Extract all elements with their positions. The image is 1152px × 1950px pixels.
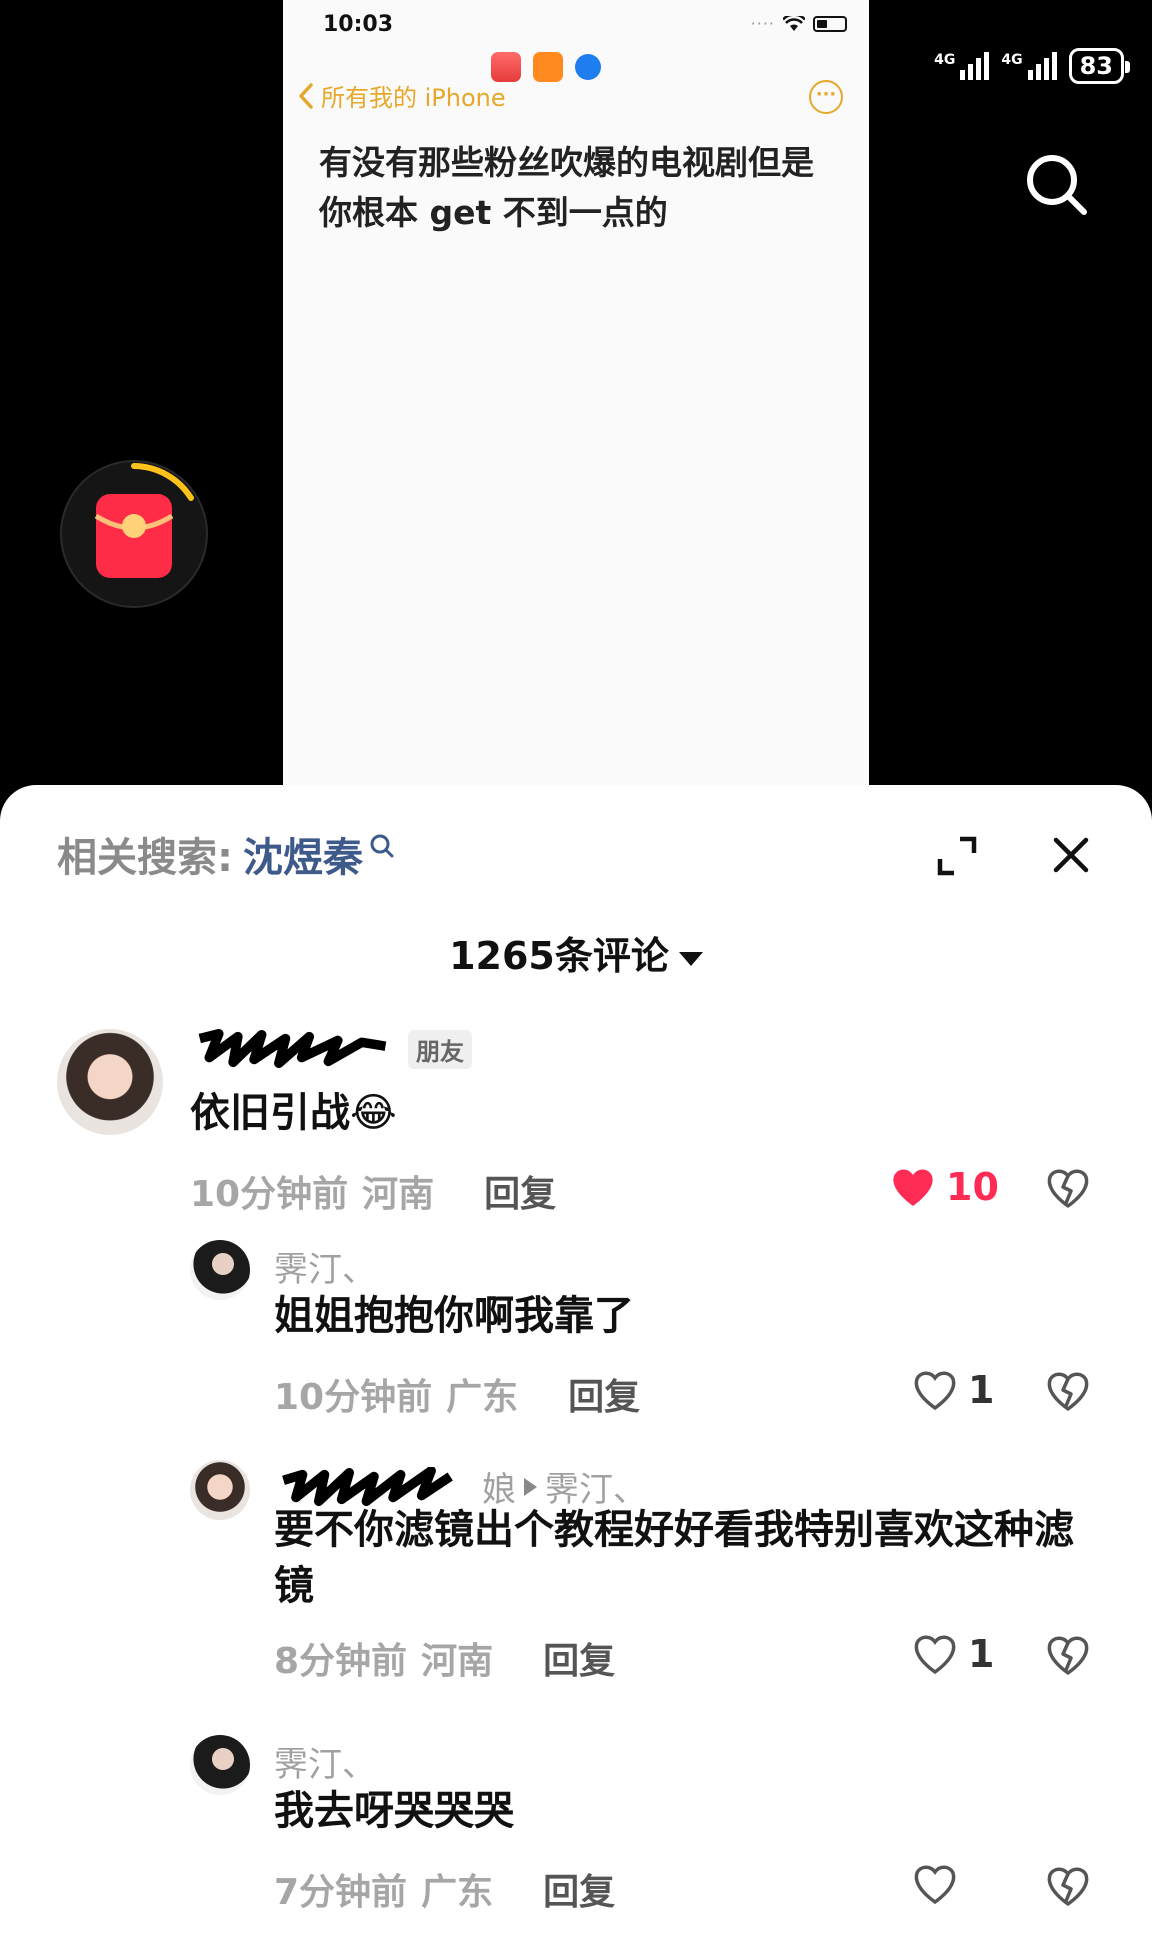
embedded-time: 10:03 — [323, 12, 394, 37]
close-icon[interactable] — [1051, 835, 1091, 875]
embedded-screenshot: 10:03 ···· 所有我的 iPhone 有没有那些粉丝吹爆的电视剧但是你根… — [283, 0, 869, 800]
embedded-status-icons: ···· — [751, 14, 847, 33]
comment-author[interactable]: 朋友 — [190, 1029, 472, 1069]
battery-icon: 83 — [1068, 48, 1131, 84]
avatar[interactable] — [190, 1240, 250, 1300]
caret-down-icon — [678, 951, 703, 966]
redacted-name-scribble — [282, 1466, 453, 1506]
expand-icon[interactable] — [936, 835, 978, 877]
comment-meta: 10分钟前 河南 回复 — [190, 1165, 556, 1217]
comment-meta: 7分钟前 广东 回复 — [274, 1863, 615, 1915]
heart-outline-icon — [914, 1635, 956, 1675]
avatar[interactable] — [57, 1029, 163, 1135]
related-search-label: 相关搜索: — [57, 835, 233, 881]
comment-time: 10分钟前 — [190, 1174, 349, 1215]
broken-heart-icon[interactable] — [1045, 1370, 1091, 1412]
browser-app-icon — [575, 54, 601, 80]
cell-signal-icon: 4G — [934, 52, 990, 80]
embedded-battery-icon — [813, 15, 847, 32]
broken-heart-icon[interactable] — [1045, 1634, 1091, 1676]
video-player[interactable]: 10:03 ···· 所有我的 iPhone 有没有那些粉丝吹爆的电视剧但是你根… — [0, 0, 1152, 800]
comment-author[interactable]: 霁汀、 — [274, 1242, 376, 1291]
cell-signal-icon: 4G — [1001, 52, 1057, 80]
comment-author[interactable]: 霁汀、 — [274, 1737, 376, 1786]
embedded-note-text: 有没有那些粉丝吹爆的电视剧但是你根本 get 不到一点的 — [319, 143, 814, 232]
friend-badge: 朋友 — [408, 1029, 472, 1069]
embedded-app-icons — [491, 52, 601, 82]
comment-location: 广东 — [421, 1872, 494, 1913]
reply-button[interactable]: 回复 — [543, 1632, 615, 1684]
comment-text: 姐姐抱抱你啊我靠了 — [274, 1293, 634, 1339]
wifi-icon — [783, 15, 805, 31]
heart-outline-icon — [914, 1865, 956, 1905]
comment-location: 广东 — [446, 1377, 519, 1418]
video-app-icon — [533, 52, 563, 82]
system-status-bar: 4G 4G 83 — [934, 48, 1131, 84]
comment-count[interactable]: 1265条评论 — [0, 925, 1152, 980]
embedded-back-label: 所有我的 iPhone — [321, 84, 506, 112]
embedded-more-icon — [809, 80, 843, 114]
like-button[interactable] — [912, 1863, 968, 1905]
comment-text: 我去呀哭哭哭 — [274, 1788, 514, 1834]
like-button[interactable]: 1 — [912, 1632, 994, 1676]
comment-time: 8分钟前 — [274, 1641, 408, 1682]
signal-dots-icon: ···· — [750, 14, 775, 33]
comment-text: 依旧引战😂 — [190, 1090, 397, 1136]
search-icon[interactable] — [1022, 150, 1092, 220]
avatar[interactable] — [190, 1460, 250, 1520]
comment-time: 7分钟前 — [274, 1872, 408, 1913]
comment-time: 10分钟前 — [274, 1377, 433, 1418]
reply-button[interactable]: 回复 — [543, 1863, 615, 1915]
avatar[interactable] — [190, 1735, 250, 1795]
red-packet-icon[interactable] — [58, 458, 210, 610]
comment-location: 河南 — [362, 1174, 435, 1215]
embedded-back-link: 所有我的 iPhone — [297, 78, 506, 113]
reply-button[interactable]: 回复 — [568, 1368, 640, 1420]
broken-heart-icon[interactable] — [1045, 1865, 1091, 1907]
broken-heart-icon[interactable] — [1045, 1167, 1091, 1209]
heart-filled-icon — [893, 1169, 933, 1206]
comment-meta: 10分钟前 广东 回复 — [274, 1368, 640, 1420]
comment-location: 河南 — [421, 1641, 494, 1682]
like-button[interactable]: 1 — [912, 1368, 994, 1412]
comment-count-label: 1265条评论 — [449, 934, 669, 978]
heart-outline-icon — [914, 1371, 956, 1411]
reply-button[interactable]: 回复 — [484, 1165, 556, 1217]
redacted-name-scribble — [198, 1029, 387, 1069]
comment-sheet: 相关搜索: 沈煜秦 1265条评论 朋友 依旧引战😂 10分钟前 河南 回复 1… — [0, 785, 1152, 1950]
comment-text: 要不你滤镜出个教程好好看我特别喜欢这种滤镜 — [274, 1507, 1074, 1609]
like-count: 1 — [968, 1632, 995, 1676]
chevron-left-icon — [299, 82, 313, 109]
search-icon — [370, 834, 394, 858]
related-search-term[interactable]: 沈煜秦 — [243, 825, 363, 883]
reply-to-arrow-icon — [524, 1477, 537, 1496]
like-button[interactable]: 10 — [890, 1165, 999, 1209]
like-count: 1 — [968, 1368, 995, 1412]
like-count: 10 — [946, 1165, 999, 1209]
related-search[interactable]: 相关搜索: 沈煜秦 — [57, 825, 395, 883]
comment-meta: 8分钟前 河南 回复 — [274, 1632, 615, 1684]
